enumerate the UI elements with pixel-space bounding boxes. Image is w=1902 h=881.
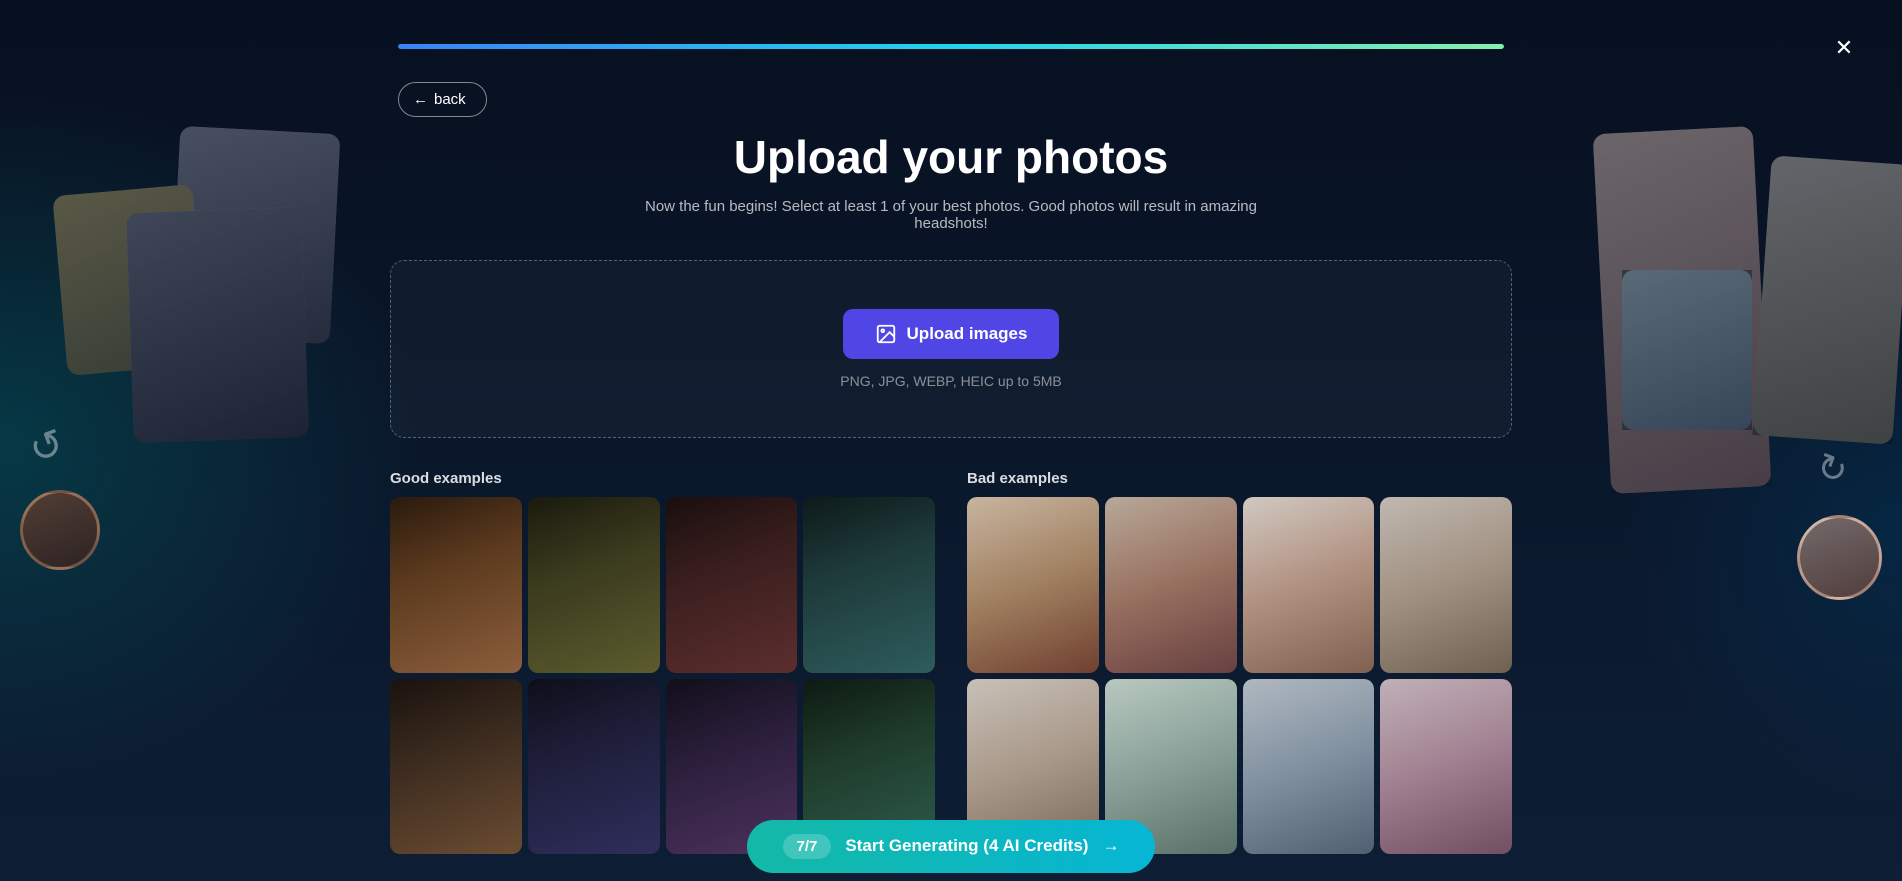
bad-examples-col: Bad examples [967, 470, 1512, 854]
page-title: Upload your photos [734, 130, 1168, 184]
upload-images-button[interactable]: Upload images [843, 309, 1060, 359]
examples-row: Good examples Bad examples [390, 470, 1512, 854]
main-content: Upload your photos Now the fun begins! S… [390, 0, 1512, 881]
bad-examples-grid [967, 497, 1512, 854]
upload-hint: PNG, JPG, WEBP, HEIC up to 5MB [840, 373, 1061, 389]
good-examples-grid [390, 497, 935, 854]
generate-arrow-icon: → [1102, 836, 1119, 856]
deco-arrow-right: ↺ [1811, 444, 1854, 494]
bad-example-1 [967, 497, 1099, 673]
bad-example-4 [1380, 497, 1512, 673]
deco-arrow-left: ↺ [23, 420, 70, 475]
generate-button-label: Start Generating (4 AI Credits) [845, 836, 1088, 856]
page-subtitle: Now the fun begins! Select at least 1 of… [631, 198, 1271, 232]
deco-photo-right-3 [1622, 270, 1752, 430]
good-examples-col: Good examples [390, 470, 935, 854]
good-example-1 [390, 497, 522, 673]
deco-photo-left-3 [126, 207, 309, 443]
bad-examples-label: Bad examples [967, 470, 1512, 487]
bad-example-3 [1243, 497, 1375, 673]
good-example-3 [666, 497, 798, 673]
deco-circle-right [1797, 515, 1882, 600]
close-button[interactable]: ✕ [1826, 30, 1862, 66]
bottom-action-bar: 7/7 Start Generating (4 AI Credits) → [0, 811, 1902, 881]
good-example-2 [528, 497, 660, 673]
deco-circle-left [20, 490, 100, 570]
deco-photo-left-2 [170, 126, 341, 344]
bad-example-2 [1105, 497, 1237, 673]
generate-button[interactable]: 7/7 Start Generating (4 AI Credits) → [747, 820, 1156, 873]
upload-icon [875, 323, 897, 345]
upload-dropzone[interactable]: Upload images PNG, JPG, WEBP, HEIC up to… [390, 260, 1512, 438]
deco-photo-right-1 [1593, 126, 1772, 494]
upload-button-label: Upload images [907, 324, 1028, 344]
deco-photo-right-2 [1752, 155, 1902, 444]
deco-photos-left: ↺ [0, 130, 370, 630]
generate-progress-badge: 7/7 [783, 834, 832, 859]
deco-photos-right: ↺ [1482, 130, 1902, 650]
deco-photo-left-1 [52, 184, 207, 376]
good-example-4 [803, 497, 935, 673]
good-examples-label: Good examples [390, 470, 935, 487]
